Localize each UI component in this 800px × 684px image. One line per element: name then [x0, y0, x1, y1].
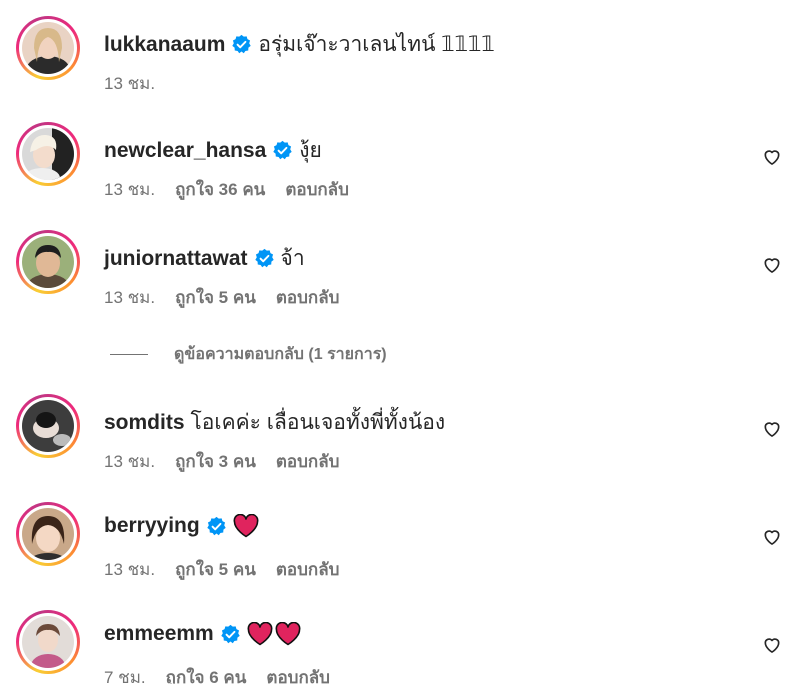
- avatar[interactable]: [16, 16, 80, 80]
- likes-count[interactable]: ถูกใจ 3 คน: [175, 448, 256, 475]
- likes-count[interactable]: ถูกใจ 5 คน: [175, 556, 256, 583]
- like-heart-icon[interactable]: [762, 255, 782, 275]
- red-heart-icon: [275, 622, 301, 646]
- reply-button[interactable]: ตอบกลับ: [276, 448, 340, 475]
- comment-text: งุ้ย: [299, 139, 322, 162]
- red-heart-icon: [247, 622, 273, 646]
- verified-badge-icon: [231, 34, 252, 55]
- avatar[interactable]: [16, 230, 80, 294]
- avatar[interactable]: [16, 394, 80, 458]
- likes-count[interactable]: ถูกใจ 5 คน: [175, 284, 256, 311]
- comment-item: juniornattawat จ้า 13 ชม. ถูกใจ 5 คน ตอบ…: [0, 230, 800, 330]
- comment-text: โอเคค่ะ เลื่อนเจอทั้งพี่ทั้งน้อง: [190, 411, 446, 434]
- comment-username[interactable]: somdits: [104, 411, 185, 435]
- comment-text: อรุ่มเจ๊าะวาเลนไทน์ 𝟙𝟙𝟙𝟙: [258, 33, 495, 56]
- avatar[interactable]: [16, 610, 80, 674]
- avatar[interactable]: [16, 502, 80, 566]
- verified-badge-icon: [220, 624, 241, 645]
- comment-item: somdits โอเคค่ะ เลื่อนเจอทั้งพี่ทั้งน้อง…: [0, 394, 800, 494]
- comment-username[interactable]: emmeemm: [104, 622, 214, 646]
- comment-text: จ้า: [280, 247, 305, 270]
- avatar[interactable]: [16, 122, 80, 186]
- reply-button[interactable]: ตอบกลับ: [276, 284, 340, 311]
- like-heart-icon[interactable]: [762, 419, 782, 439]
- likes-count[interactable]: ถูกใจ 6 คน: [166, 664, 247, 684]
- reply-button[interactable]: ตอบกลับ: [285, 176, 349, 203]
- comment-timestamp[interactable]: 7 ชม.: [104, 664, 146, 684]
- comment-item: newclear_hansa งุ้ย 13 ชม. ถูกใจ 36 คน ต…: [0, 122, 800, 222]
- red-heart-icon: [233, 514, 259, 538]
- verified-badge-icon: [254, 248, 275, 269]
- reply-button[interactable]: ตอบกลับ: [266, 664, 330, 684]
- comment-username[interactable]: berryying: [104, 514, 200, 538]
- comment-timestamp[interactable]: 13 ชม.: [104, 284, 155, 311]
- verified-badge-icon: [206, 516, 227, 537]
- comment-item: lukkanaaum อรุ่มเจ๊าะวาเลนไทน์ 𝟙𝟙𝟙𝟙 13 ช…: [0, 16, 800, 116]
- comment-item: berryying 13 ชม. ถูกใจ 5 คน ตอบกลับ: [0, 502, 800, 602]
- view-replies-button[interactable]: ดูข้อความตอบกลับ (1 รายการ): [110, 342, 387, 367]
- reply-button[interactable]: ตอบกลับ: [276, 556, 340, 583]
- like-heart-icon[interactable]: [762, 527, 782, 547]
- comment-emoji: [233, 514, 259, 538]
- comment-emoji: [247, 622, 301, 646]
- comment-item: emmeemm 7 ชม. ถูกใจ 6 คน ตอบกลับ: [0, 610, 800, 684]
- like-heart-icon[interactable]: [762, 635, 782, 655]
- divider: [110, 354, 148, 355]
- like-heart-icon[interactable]: [762, 147, 782, 167]
- verified-badge-icon: [272, 140, 293, 161]
- view-replies-label: ดูข้อความตอบกลับ (1 รายการ): [174, 346, 387, 363]
- comment-timestamp[interactable]: 13 ชม.: [104, 176, 155, 203]
- comment-timestamp[interactable]: 13 ชม.: [104, 448, 155, 475]
- comment-timestamp[interactable]: 13 ชม.: [104, 70, 155, 97]
- comment-timestamp[interactable]: 13 ชม.: [104, 556, 155, 583]
- likes-count[interactable]: ถูกใจ 36 คน: [175, 176, 265, 203]
- comment-username[interactable]: lukkanaaum: [104, 33, 225, 57]
- comment-username[interactable]: juniornattawat: [104, 247, 248, 271]
- comment-username[interactable]: newclear_hansa: [104, 139, 266, 163]
